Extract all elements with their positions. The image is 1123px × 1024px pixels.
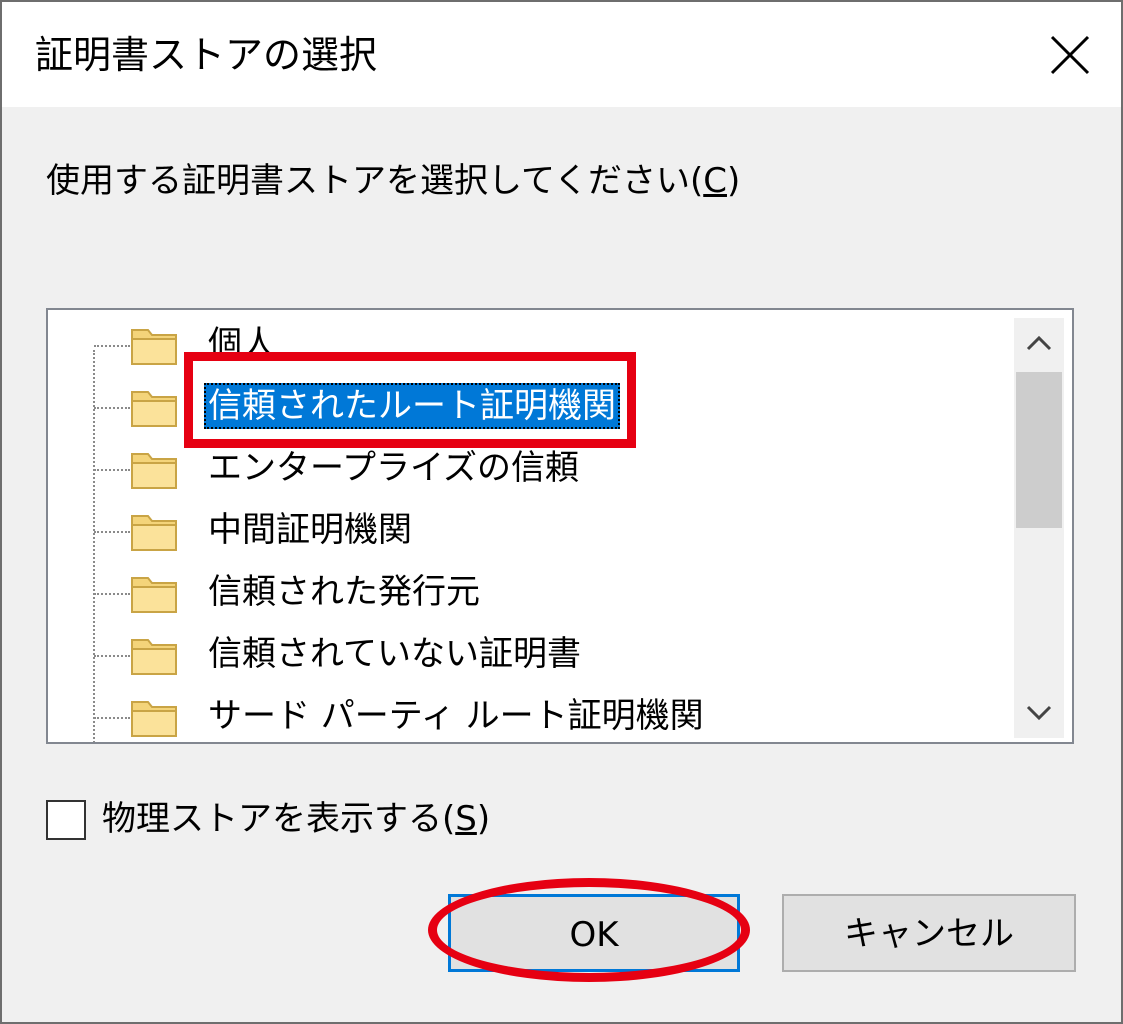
title-bar: 証明書ストアの選択 bbox=[2, 2, 1121, 107]
scroll-up-button[interactable] bbox=[1014, 318, 1064, 368]
store-tree-item[interactable]: 信頼されたルート証明機関 bbox=[48, 376, 1008, 438]
close-icon bbox=[1050, 35, 1089, 75]
show-physical-stores-label: 物理ストアを表示する(S) bbox=[102, 796, 490, 842]
checkbox-label-text: 物理ストアを表示する( bbox=[102, 799, 456, 839]
store-tree[interactable]: 個人信頼されたルート証明機関エンタープライズの信頼 中間証明機関信頼された発行元信… bbox=[46, 308, 1074, 744]
checkbox-close-paren: ) bbox=[476, 799, 491, 839]
prompt-accelerator: C bbox=[703, 161, 727, 201]
close-button[interactable] bbox=[1032, 20, 1107, 90]
tree-branch-line bbox=[94, 717, 130, 719]
tree-branch-line bbox=[94, 469, 130, 471]
store-tree-item-label: 中間証明機関 bbox=[208, 510, 412, 550]
tree-branch-line bbox=[94, 655, 130, 657]
folder-icon bbox=[131, 515, 177, 551]
store-tree-item-label: エンタープライズの信頼 bbox=[208, 448, 579, 488]
scroll-thumb[interactable] bbox=[1016, 372, 1062, 528]
store-tree-item-label: 信頼されていない証明書 bbox=[208, 634, 581, 674]
certificate-store-dialog: 証明書ストアの選択 使用する証明書ストアを選択してください(C) 個人信頼された… bbox=[0, 0, 1123, 1024]
store-tree-item[interactable]: サード パーティ ルート証明機関 bbox=[48, 686, 1008, 742]
store-tree-item[interactable]: エンタープライズの信頼 bbox=[48, 438, 1008, 500]
store-tree-item[interactable]: 信頼されていない証明書 bbox=[48, 624, 1008, 686]
show-physical-stores-checkbox[interactable] bbox=[46, 800, 86, 840]
store-tree-item[interactable]: 個人 bbox=[48, 314, 1008, 376]
tree-scrollbar[interactable] bbox=[1014, 318, 1064, 738]
folder-icon bbox=[131, 639, 177, 675]
folder-icon bbox=[131, 453, 177, 489]
store-tree-item-label: 信頼されたルート証明機関 bbox=[204, 383, 620, 429]
tree-branch-line bbox=[94, 531, 130, 533]
folder-icon bbox=[131, 391, 177, 427]
prompt-close-paren: ) bbox=[726, 161, 741, 201]
folder-icon bbox=[131, 577, 177, 613]
store-select-prompt: 使用する証明書ストアを選択してください(C) bbox=[46, 158, 740, 204]
folder-icon bbox=[131, 701, 177, 737]
store-tree-item[interactable]: 信頼された発行元 bbox=[48, 562, 1008, 624]
tree-branch-line bbox=[94, 345, 130, 347]
checkbox-accelerator: S bbox=[455, 799, 477, 839]
store-tree-item[interactable]: 中間証明機関 bbox=[48, 500, 1008, 562]
store-tree-item-label: サード パーティ ルート証明機関 bbox=[208, 696, 704, 736]
tree-branch-line bbox=[94, 407, 130, 409]
scroll-down-button[interactable] bbox=[1014, 688, 1064, 738]
store-tree-item-label: 個人 bbox=[208, 324, 276, 364]
show-physical-stores-option[interactable]: 物理ストアを表示する(S) bbox=[46, 794, 526, 846]
chevron-down-icon bbox=[1026, 705, 1052, 721]
store-tree-item-label: 信頼された発行元 bbox=[208, 572, 480, 612]
dialog-title: 証明書ストアの選択 bbox=[35, 33, 378, 77]
cancel-button[interactable]: キャンセル bbox=[782, 894, 1076, 972]
folder-icon bbox=[131, 329, 177, 365]
chevron-up-icon bbox=[1026, 335, 1052, 351]
tree-branch-line bbox=[94, 593, 130, 595]
prompt-text: 使用する証明書ストアを選択してください( bbox=[46, 161, 704, 201]
ok-button[interactable]: OK bbox=[448, 894, 740, 972]
